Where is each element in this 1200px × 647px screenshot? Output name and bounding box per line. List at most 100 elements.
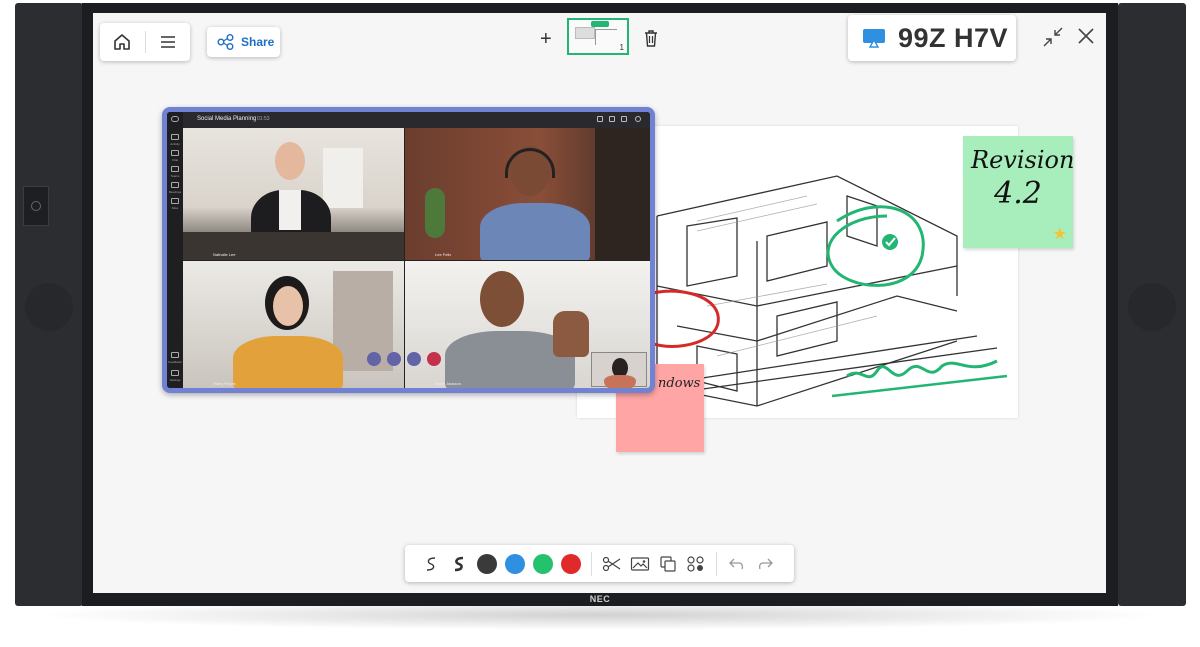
participant-name: Hilary Reyes: [213, 381, 236, 386]
participants-icon[interactable]: [621, 116, 627, 122]
pen-toolbar: [405, 545, 794, 582]
home-menu-group: [100, 23, 190, 61]
lasso-cut-button[interactable]: [598, 550, 626, 578]
call-header: Social Media Planning 01:53: [183, 112, 650, 128]
home-icon: [114, 34, 131, 50]
share-button[interactable]: Share: [207, 27, 280, 57]
right-speaker-panel: [1118, 3, 1186, 606]
page-number: 1: [619, 43, 624, 52]
collapse-icon: [1043, 27, 1063, 47]
session-code: 99Z H7V: [898, 22, 1009, 53]
screen-cast-icon: [863, 29, 885, 48]
color-green-button[interactable]: [529, 550, 557, 578]
share-label: Share: [241, 35, 275, 49]
left-speaker-panel: [15, 3, 83, 606]
files-icon[interactable]: [171, 198, 179, 204]
page-thumbnail[interactable]: 1: [567, 18, 629, 55]
color-swatch: [477, 553, 497, 574]
delete-page-button[interactable]: [643, 28, 659, 53]
expand-icon[interactable]: [597, 116, 603, 122]
rail-label: Files: [171, 206, 179, 210]
rail-label: Chat: [171, 158, 179, 162]
activity-icon[interactable]: [171, 134, 179, 140]
self-view-preview[interactable]: [591, 352, 647, 388]
undo-button[interactable]: [723, 550, 751, 578]
chat-toggle-icon[interactable]: [609, 116, 615, 122]
color-black-button[interactable]: [473, 550, 501, 578]
rail-label: Settings: [169, 378, 181, 382]
participant-tile[interactable]: Lee Felix: [405, 128, 650, 260]
rail-label: Feedback: [168, 360, 182, 364]
scissors-icon: [602, 556, 621, 571]
rail-label: Activity: [170, 142, 180, 146]
rail-label: Meetings: [168, 190, 182, 194]
teams-icon[interactable]: [171, 166, 179, 172]
session-code-box[interactable]: 99Z H7V: [848, 15, 1016, 61]
sticky-note-revision[interactable]: Revision 4.2 ★: [963, 136, 1075, 248]
divider: [591, 551, 592, 576]
plant: [425, 188, 445, 238]
duplicate-icon: [660, 555, 676, 572]
duplicate-button[interactable]: [654, 550, 682, 578]
mic-toggle-button[interactable]: [387, 352, 401, 366]
speaker-grill: [1128, 283, 1176, 331]
sticky-note-line-2: 4.2: [994, 176, 1042, 211]
participant-name: Kevin Jackson: [435, 381, 461, 386]
color-swatch: [505, 553, 525, 574]
star-icon: ★: [1052, 226, 1067, 243]
meeting-title: Social Media Planning: [197, 116, 257, 122]
camera-module: [23, 186, 49, 226]
self-view-body: [604, 375, 636, 388]
speaker-grill: [25, 283, 73, 331]
home-button[interactable]: [100, 23, 145, 61]
settings-icon[interactable]: [171, 370, 179, 376]
color-red-button[interactable]: [557, 550, 585, 578]
thick-pen-button[interactable]: [445, 550, 473, 578]
share-screen-button[interactable]: [407, 352, 421, 366]
headset: [505, 148, 555, 178]
feedback-icon[interactable]: [171, 352, 179, 358]
participant-name: Nathalie Lee: [213, 252, 236, 257]
chat-icon[interactable]: [171, 150, 179, 156]
close-button[interactable]: [1076, 26, 1096, 51]
share-icon: [217, 34, 234, 50]
color-swatch: [533, 553, 553, 574]
participant-body: [480, 203, 590, 260]
shapes-icon: [687, 555, 704, 572]
rail-label: Teams: [170, 174, 180, 178]
hang-up-button[interactable]: [427, 352, 441, 366]
meeting-timer: 01:53: [257, 116, 270, 122]
undo-icon: [729, 558, 744, 569]
close-icon: [1078, 28, 1094, 44]
add-page-button[interactable]: +: [540, 28, 552, 51]
thin-pen-icon: [426, 556, 436, 571]
participant-tile[interactable]: Hilary Reyes: [183, 261, 404, 388]
thick-pen-icon: [454, 556, 464, 571]
divider: [716, 551, 717, 576]
thumbnail-video: [575, 27, 595, 39]
more-options-icon[interactable]: [635, 116, 641, 122]
color-blue-button[interactable]: [501, 550, 529, 578]
video-call-window[interactable]: Activity Chat Teams Meetings Files Feedb…: [162, 107, 655, 393]
participant-tile[interactable]: Nathalie Lee: [183, 128, 404, 260]
waving-hand: [553, 311, 589, 357]
teams-app-rail: Activity Chat Teams Meetings Files Feedb…: [167, 112, 183, 388]
thumbnail-sketch: [595, 29, 617, 45]
trash-icon: [645, 30, 657, 47]
collapse-button[interactable]: [1042, 26, 1064, 53]
meetings-icon[interactable]: [171, 182, 179, 188]
video-toggle-button[interactable]: [367, 352, 381, 366]
whiteboard-screen[interactable]: Share + 1 99Z H7V Revision 4.2 ★ ndows A…: [93, 13, 1106, 593]
shapes-button[interactable]: [682, 550, 710, 578]
avatar[interactable]: [171, 116, 179, 122]
redo-icon: [758, 558, 773, 569]
image-icon: [630, 556, 650, 571]
brand-logo: NEC: [589, 594, 611, 604]
participant-body: [233, 336, 343, 388]
sticky-note-line-1: Revision: [971, 146, 1075, 174]
insert-image-button[interactable]: [626, 550, 654, 578]
thin-pen-button[interactable]: [417, 550, 445, 578]
redo-button[interactable]: [751, 550, 779, 578]
participant-head: [275, 142, 305, 180]
menu-button[interactable]: [145, 23, 190, 61]
